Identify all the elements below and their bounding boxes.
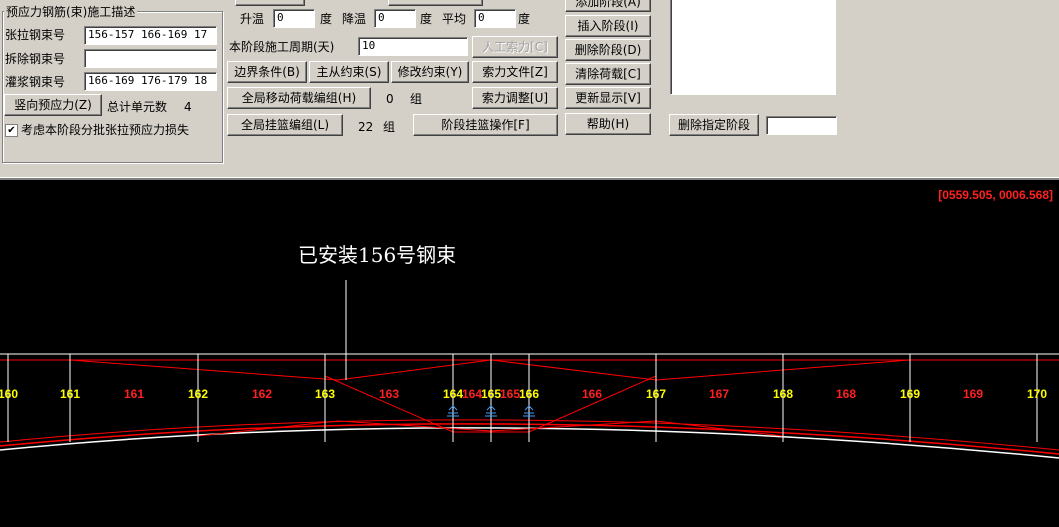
element-label-167: 167 (709, 387, 729, 401)
insert-stage-button[interactable]: 插入阶段(I) (565, 15, 651, 37)
node-label-161: 161 (60, 387, 80, 401)
element-label-164: 164 (462, 387, 482, 401)
remove-label: 拆除钢束号 (5, 52, 66, 66)
vertical-prestress-button[interactable]: 竖向预应力(Z) (4, 94, 102, 116)
node-label-162: 162 (188, 387, 208, 401)
clear-load-button[interactable]: 清除荷载[C] (565, 63, 651, 85)
element-label-161: 161 (124, 387, 144, 401)
element-label-165: 165 (500, 387, 520, 401)
manual-cable-force-button[interactable]: 人工索力[C] (472, 36, 558, 58)
global-moving-load-button[interactable]: 全局移动荷载编组(H) (227, 87, 371, 109)
refresh-display-button[interactable]: 更新显示[V] (565, 87, 651, 109)
basket-count: 22 (358, 120, 374, 134)
period-label: 本阶段施工周期(天) (229, 40, 335, 54)
period-input[interactable]: 10 (358, 37, 468, 56)
top-button-2[interactable] (388, 0, 483, 6)
add-stage-button[interactable]: 添加阶段(A) (565, 0, 651, 12)
temp-fall-unit: 度 (420, 12, 433, 26)
node-label-164: 164 (443, 387, 463, 401)
modify-constraint-button[interactable]: 修改约束(Y) (391, 61, 469, 83)
temp-rise-input[interactable]: 0 (273, 9, 315, 28)
prestress-group-title: 预应力钢筋(束)施工描述 (4, 3, 138, 20)
basket-unit: 组 (383, 120, 396, 134)
master-slave-button[interactable]: 主从约束(S) (309, 61, 389, 83)
node-label-168: 168 (773, 387, 793, 401)
node-label-169: 169 (900, 387, 920, 401)
temp-rise-label: 升温 (240, 12, 265, 26)
node-label-166: 166 (519, 387, 539, 401)
element-label-162: 162 (252, 387, 272, 401)
model-canvas[interactable]: 160 161 162 163 164 165 166 167 168 169 170 161 162… (0, 180, 1059, 527)
node-label-163: 163 (315, 387, 335, 401)
help-button[interactable]: 帮助(H) (565, 113, 651, 135)
delete-specified-stage-button[interactable]: 删除指定阶段 (669, 114, 759, 136)
element-label-168: 168 (836, 387, 856, 401)
grout-label: 灌浆钢束号 (5, 75, 66, 89)
total-elements-label: 总计单元数 (107, 100, 168, 114)
temp-rise-unit: 度 (320, 12, 333, 26)
model-drawing: 160 161 162 163 164 165 166 167 168 169 170 161 162… (0, 188, 1059, 459)
consider-loss-checkbox[interactable]: ✔ (5, 124, 18, 137)
temp-fall-label: 降温 (342, 12, 367, 26)
stage-list[interactable] (670, 0, 836, 95)
temp-avg-unit: 度 (518, 12, 531, 26)
consider-loss-label: 考虑本阶段分批张拉预应力损失 (21, 123, 190, 137)
node-label-170: 170 (1027, 387, 1047, 401)
cable-adjust-button[interactable]: 索力调整[U] (472, 87, 558, 109)
tension-label: 张拉钢束号 (5, 28, 66, 42)
element-label-166: 166 (582, 387, 602, 401)
global-basket-button[interactable]: 全局挂篮编组(L) (227, 114, 343, 136)
node-label-167: 167 (646, 387, 666, 401)
boundary-conditions-button[interactable]: 边界条件(B) (227, 61, 307, 83)
node-label-160: 160 (0, 387, 18, 401)
annotation-text: 已安装156号钢束 (298, 243, 456, 267)
delete-stage-input[interactable] (766, 116, 837, 135)
temp-fall-input[interactable]: 0 (374, 9, 416, 28)
temp-avg-input[interactable]: 0 (474, 9, 516, 28)
tendon-1 (69, 359, 911, 381)
top-button-1[interactable] (235, 0, 305, 6)
cursor-coordinates: [0559.505, 0006.568] (938, 188, 1053, 202)
moving-load-count: 0 (386, 92, 394, 106)
moving-load-unit: 组 (410, 92, 423, 106)
element-label-169: 169 (963, 387, 983, 401)
grout-input[interactable]: 166-169 176-179 18 (84, 72, 217, 91)
delete-stage-button[interactable]: 删除阶段(D) (565, 39, 651, 61)
cable-file-button[interactable]: 索力文件[Z] (472, 61, 558, 83)
stage-basket-button[interactable]: 阶段挂篮操作[F] (413, 114, 558, 136)
node-label-165: 165 (481, 387, 501, 401)
element-label-163: 163 (379, 387, 399, 401)
remove-input[interactable] (84, 49, 217, 68)
temp-avg-label: 平均 (442, 12, 467, 26)
tension-input[interactable]: 156-157 166-169 17 (84, 26, 217, 45)
control-panel: 预应力钢筋(束)施工描述 张拉钢束号 156-157 166-169 17 拆除… (0, 0, 1059, 180)
total-elements-value: 4 (184, 100, 192, 114)
